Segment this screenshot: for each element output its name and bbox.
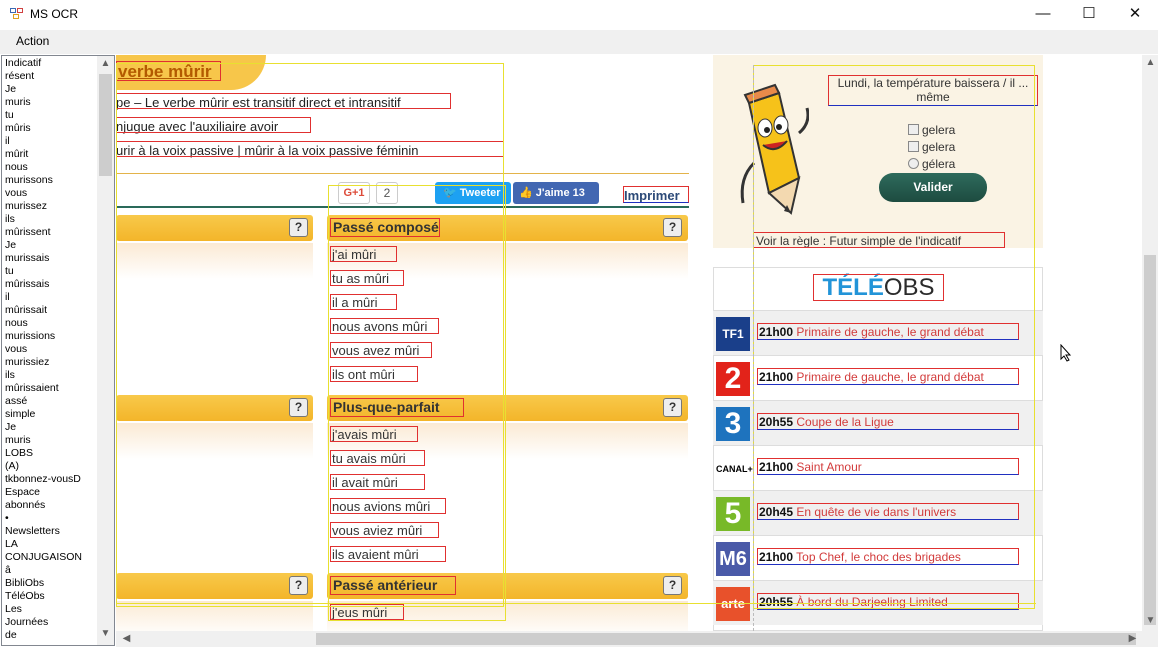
channel-logo-icon: 2	[716, 362, 750, 396]
list-item[interactable]: muris	[5, 434, 97, 447]
list-item[interactable]: résent	[5, 70, 97, 83]
chevron-down-icon[interactable]: ▼	[1142, 615, 1158, 626]
list-item[interactable]: Je	[5, 239, 97, 252]
list-item[interactable]: mûrissait	[5, 304, 97, 317]
ocr-text-list[interactable]: Indicatif résent Je muris tu mûris il mûrit nous…	[1, 55, 115, 646]
mouse-cursor-icon	[1060, 344, 1072, 362]
list-item[interactable]: tu	[5, 109, 97, 122]
list-item[interactable]: Les	[5, 603, 97, 616]
list-item[interactable]: murissiez	[5, 356, 97, 369]
title-bar: MS OCR — ☐ ✕	[0, 0, 1158, 30]
list-item[interactable]: murissons	[5, 174, 97, 187]
list-item[interactable]: vous	[5, 187, 97, 200]
list-item[interactable]: CONJUGAISON	[5, 551, 97, 564]
channel-logo-icon: TF1	[716, 317, 750, 351]
list-item[interactable]: nous	[5, 317, 97, 330]
list-item[interactable]: mûrissaient	[5, 382, 97, 395]
list-item[interactable]: simple	[5, 408, 97, 421]
list-item[interactable]: de	[5, 629, 97, 642]
list-item[interactable]: muris	[5, 96, 97, 109]
list-item[interactable]: murissions	[5, 330, 97, 343]
scrollbar-corner	[1142, 631, 1158, 647]
window-title: MS OCR	[30, 7, 78, 21]
list-item[interactable]: Newsletters	[5, 525, 97, 538]
list-item[interactable]: mûrit	[5, 148, 97, 161]
chevron-right-icon[interactable]: ▶	[1124, 633, 1141, 644]
list-item[interactable]: Espace	[5, 486, 97, 499]
list-item[interactable]: LOBS	[5, 447, 97, 460]
ocr-box	[623, 186, 689, 203]
list-item[interactable]: assé	[5, 395, 97, 408]
list-item[interactable]: Je	[5, 421, 97, 434]
help-icon[interactable]: ?	[663, 576, 682, 595]
ocr-region-outline	[753, 65, 1035, 609]
ocr-guide-line	[753, 65, 754, 631]
list-item[interactable]: (A)	[5, 460, 97, 473]
chevron-up-icon[interactable]: ▲	[1142, 57, 1158, 68]
menu-action[interactable]: Action	[16, 34, 49, 48]
list-item[interactable]: nous	[5, 161, 97, 174]
like-label: J'aime 13	[535, 187, 585, 199]
chevron-left-icon[interactable]: ◀	[118, 633, 135, 644]
app-icon	[10, 8, 24, 21]
list-item[interactable]: mûris	[5, 122, 97, 135]
list-item[interactable]: â	[5, 564, 97, 577]
chevron-down-icon[interactable]: ▼	[97, 628, 114, 639]
image-viewport[interactable]: verbe mûrir pe – Le verbe mûrir est tran…	[116, 55, 1142, 631]
ocr-region-outline	[328, 185, 506, 621]
viewport-horizontal-scrollbar[interactable]: ◀ ▶	[116, 631, 1142, 647]
list-scrollbar[interactable]: ▲ ▼	[97, 56, 114, 645]
menu-bar: Action	[0, 30, 1158, 54]
channel-logo-icon: 5	[716, 497, 750, 531]
minimize-button[interactable]: —	[1020, 0, 1066, 30]
list-scroll-thumb[interactable]	[99, 74, 112, 176]
help-icon[interactable]: ?	[663, 398, 682, 417]
facebook-like-button[interactable]: 👍 J'aime 13	[513, 182, 599, 204]
maximize-button[interactable]: ☐	[1066, 0, 1112, 30]
vertical-scroll-thumb[interactable]	[1144, 255, 1156, 625]
channel-logo-icon: CANAL+	[716, 452, 753, 486]
list-item[interactable]: vous	[5, 343, 97, 356]
list-item[interactable]: Indicatif	[5, 57, 97, 70]
list-item[interactable]: ils	[5, 213, 97, 226]
list-item[interactable]: BibliObs	[5, 577, 97, 590]
list-item[interactable]: •	[5, 512, 97, 525]
list-item[interactable]: TéléObs	[5, 590, 97, 603]
list-item[interactable]: il	[5, 291, 97, 304]
list-item[interactable]: mûrissais	[5, 278, 97, 291]
list-item[interactable]: mûrissent	[5, 226, 97, 239]
list-items: Indicatif résent Je muris tu mûris il mûrit nous…	[5, 57, 97, 642]
list-item[interactable]: murissais	[5, 252, 97, 265]
list-item[interactable]: LA	[5, 538, 97, 551]
channel-logo-icon: arte	[716, 587, 750, 621]
list-item[interactable]: tkbonnez-vousD	[5, 473, 97, 486]
channel-logo-icon: M6	[716, 542, 750, 576]
list-item[interactable]: Journées	[5, 616, 97, 629]
thumbs-up-icon: 👍	[519, 187, 536, 199]
chevron-up-icon[interactable]: ▲	[97, 58, 114, 69]
viewport-vertical-scrollbar[interactable]: ▲ ▼	[1142, 55, 1158, 631]
list-item[interactable]: abonnés	[5, 499, 97, 512]
list-item[interactable]: murissez	[5, 200, 97, 213]
close-button[interactable]: ✕	[1112, 0, 1158, 30]
list-item[interactable]: il	[5, 135, 97, 148]
channel-logo-icon: 3	[716, 407, 750, 441]
help-icon[interactable]: ?	[663, 218, 682, 237]
list-item[interactable]: tu	[5, 265, 97, 278]
horizontal-scroll-thumb[interactable]	[316, 633, 1136, 645]
ocr-region-outline	[116, 603, 1036, 604]
list-item[interactable]: ils	[5, 369, 97, 382]
list-item[interactable]: Je	[5, 83, 97, 96]
